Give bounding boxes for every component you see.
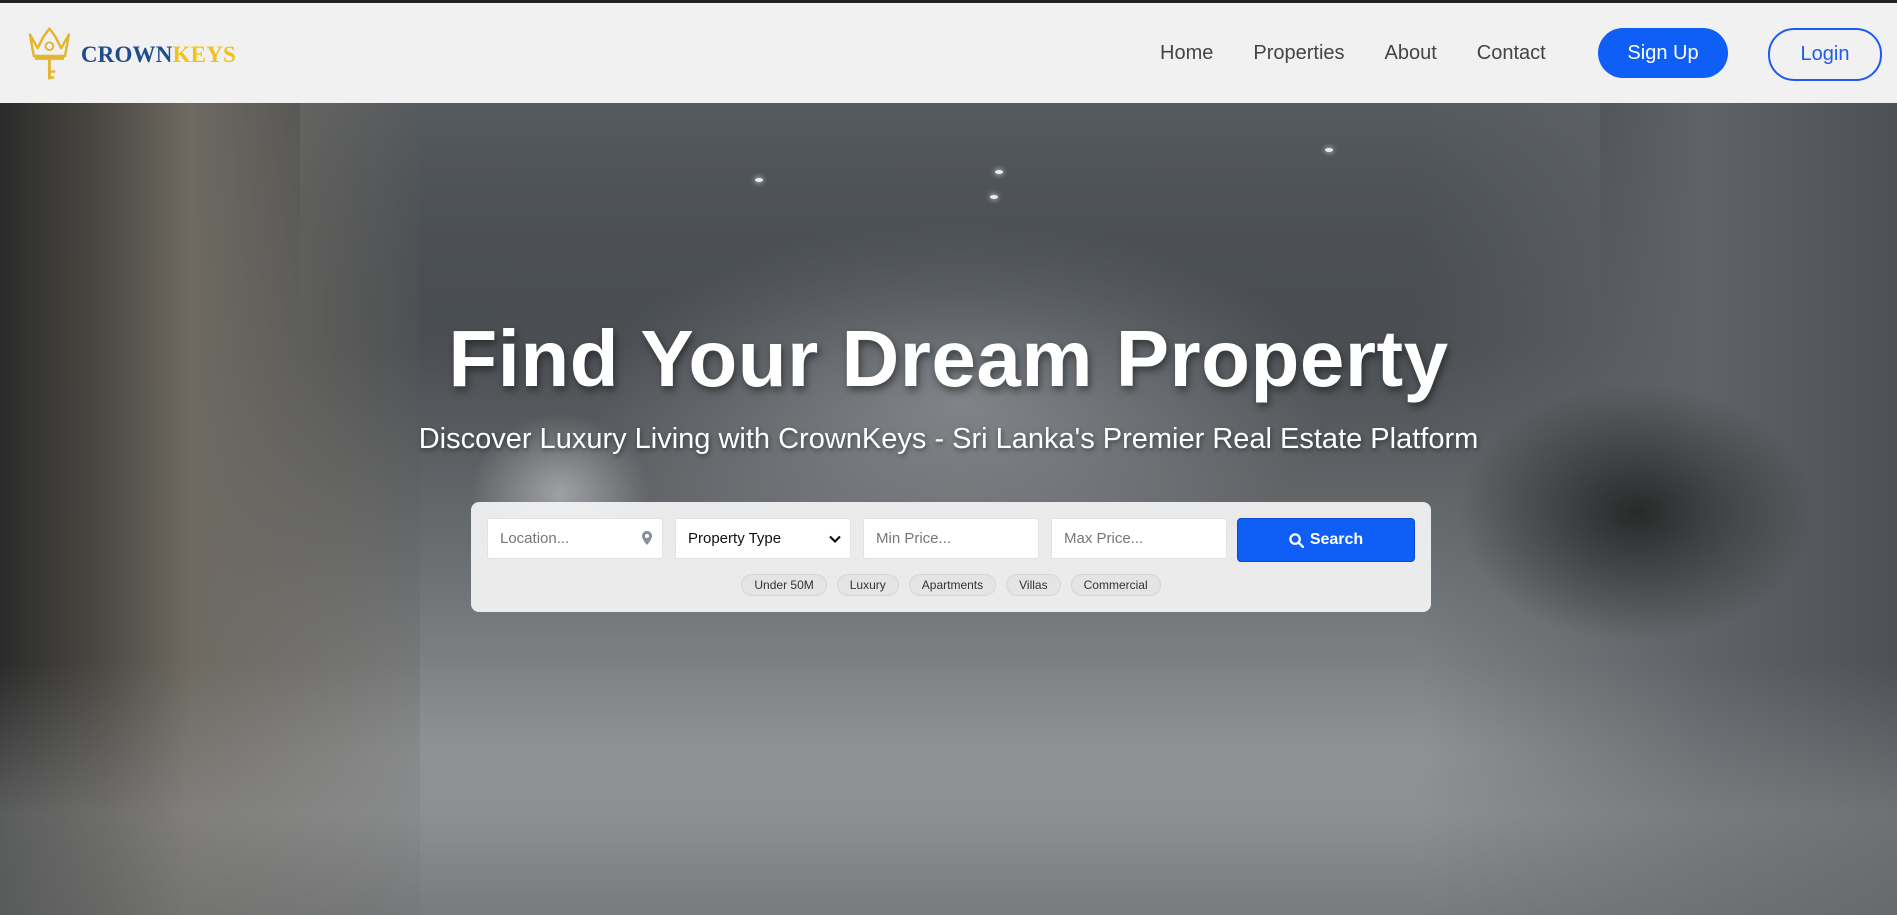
max-price-input[interactable]: Max Price... xyxy=(1051,518,1227,559)
hero-subtitle: Discover Luxury Living with CrownKeys - … xyxy=(418,423,1479,455)
filter-chip-luxury[interactable]: Luxury xyxy=(836,574,899,596)
ceiling-light xyxy=(990,195,998,199)
search-icon xyxy=(1289,532,1304,548)
ceiling-light xyxy=(1325,148,1333,152)
map-pin-icon xyxy=(642,531,652,545)
location-placeholder: Location... xyxy=(500,530,570,547)
search-button[interactable]: Search xyxy=(1237,518,1415,562)
filter-chip-apartments[interactable]: Apartments xyxy=(908,574,997,596)
filter-chip-commercial[interactable]: Commercial xyxy=(1070,574,1161,596)
nav-home[interactable]: Home xyxy=(1160,42,1213,65)
filter-chip-under-50m[interactable]: Under 50M xyxy=(741,574,827,596)
min-price-input[interactable]: Min Price... xyxy=(863,518,1039,559)
hero-section: Find Your Dream Property Discover Luxury… xyxy=(0,103,1897,915)
crown-key-icon xyxy=(28,27,71,80)
location-input[interactable]: Location... xyxy=(487,518,663,559)
search-panel: Location... Property Type Min Price... M… xyxy=(471,502,1431,612)
brand-name-part2: KEYS xyxy=(172,42,236,67)
navbar: CROWNKEYS Home Properties About Contact … xyxy=(0,3,1897,103)
nav-contact[interactable]: Contact xyxy=(1477,42,1546,65)
hero-bg-ceiling xyxy=(300,103,1600,343)
signup-button[interactable]: Sign Up xyxy=(1598,28,1728,78)
ceiling-light xyxy=(755,178,763,182)
property-type-value: Property Type xyxy=(688,530,782,547)
brand-name-part1: CROWN xyxy=(80,42,173,67)
nav-properties[interactable]: Properties xyxy=(1253,42,1344,65)
ceiling-light xyxy=(995,170,1003,174)
hero-title: Find Your Dream Property xyxy=(448,314,1449,403)
property-type-select[interactable]: Property Type xyxy=(675,518,851,559)
nav-about[interactable]: About xyxy=(1385,42,1437,65)
quick-filters: Under 50M Luxury Apartments Villas Comme… xyxy=(471,574,1431,596)
filter-chip-villas[interactable]: Villas xyxy=(1006,574,1061,596)
brand-logo[interactable]: CROWNKEYS xyxy=(26,25,236,85)
main-nav: Home Properties About Contact xyxy=(1160,3,1586,103)
min-price-placeholder: Min Price... xyxy=(876,530,952,547)
hero-bg-floor xyxy=(0,663,1897,915)
search-button-label: Search xyxy=(1309,531,1364,548)
login-button[interactable]: Login xyxy=(1768,28,1882,81)
brand-name: CROWNKEYS xyxy=(81,42,236,68)
max-price-placeholder: Max Price... xyxy=(1064,530,1144,547)
hero-bg-plant xyxy=(1457,383,1817,643)
chevron-down-icon xyxy=(829,535,841,544)
